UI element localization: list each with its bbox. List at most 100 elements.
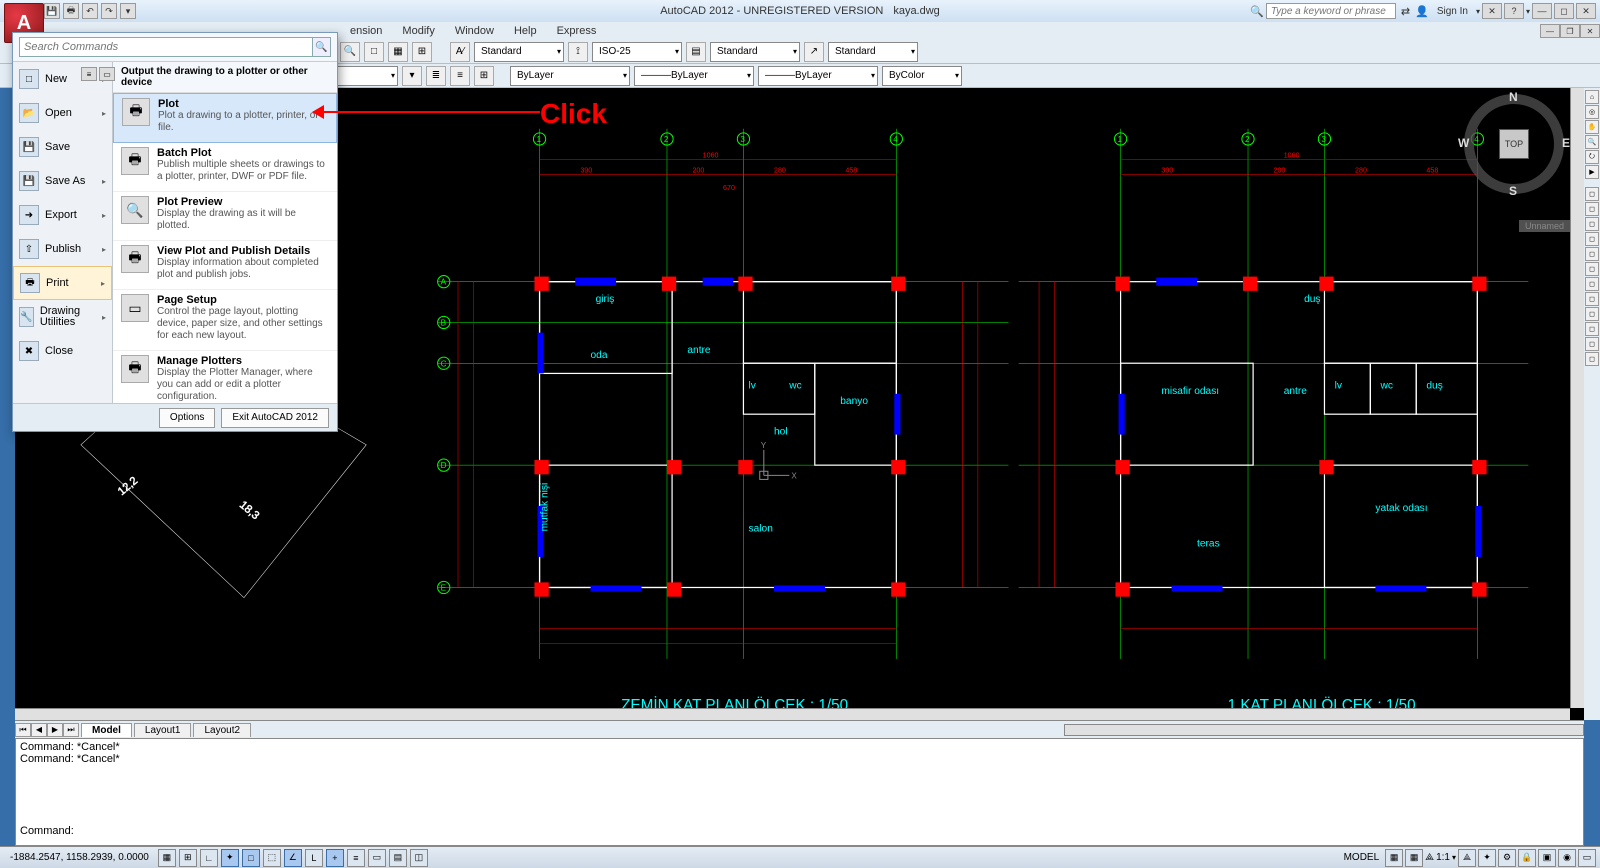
tab-layout2[interactable]: Layout2 [193, 723, 251, 737]
sc-toggle[interactable]: ◫ [410, 849, 428, 867]
maximize-button[interactable]: ◻ [1554, 3, 1574, 19]
text-style-dropdown[interactable]: Standard [474, 42, 564, 62]
tab-layout1[interactable]: Layout1 [134, 723, 192, 737]
qat-undo-icon[interactable]: ↶ [82, 3, 98, 19]
plotstyle-dropdown[interactable]: ByColor [882, 66, 962, 86]
cleanscreen-icon[interactable]: ▭ [1578, 849, 1596, 867]
quickview-drawings-icon[interactable]: ▦ [1405, 849, 1423, 867]
lineweight-dropdown[interactable]: ——— ByLayer [758, 66, 878, 86]
dyn-toggle[interactable]: + [326, 849, 344, 867]
navbar-orbit-icon[interactable]: ⭮ [1585, 150, 1599, 164]
app-menu-print[interactable]: 🖶Print▸ [13, 266, 112, 300]
open-docs-icon[interactable]: ▭ [99, 67, 115, 81]
ws-switch-icon[interactable]: ⚙ [1498, 849, 1516, 867]
navbar-showmotion-icon[interactable]: ▶ [1585, 165, 1599, 179]
tool-icon[interactable]: ◻ [1585, 337, 1599, 351]
print-preview-item[interactable]: 🔍 Plot PreviewDisplay the drawing as it … [113, 192, 337, 241]
tool-icon[interactable]: ◻ [1585, 322, 1599, 336]
find-icon[interactable]: 🔍 [340, 42, 360, 62]
color-dropdown[interactable]: ByLayer [510, 66, 630, 86]
app-menu-open[interactable]: 📂Open▸ [13, 96, 112, 130]
print-pagesetup-item[interactable]: ▭ Page SetupControl the page layout, plo… [113, 290, 337, 351]
tab-last-icon[interactable]: ⏭ [63, 723, 79, 737]
command-prompt[interactable]: Command: [20, 825, 1579, 837]
ortho-toggle[interactable]: ∟ [200, 849, 218, 867]
navbar-zoom-icon[interactable]: 🔍 [1585, 135, 1599, 149]
qp-toggle[interactable]: ▤ [389, 849, 407, 867]
exit-button[interactable]: Exit AutoCAD 2012 [221, 408, 329, 428]
menu-express[interactable]: Express [547, 24, 607, 38]
app-menu-close[interactable]: ✖Close [13, 334, 112, 368]
annotation-scale[interactable]: 1:1 [1436, 852, 1450, 863]
app-menu-export[interactable]: ➜Export▸ [13, 198, 112, 232]
mleader-icon[interactable]: ↗ [804, 42, 824, 62]
qat-plot-icon[interactable]: 🖶 [63, 3, 79, 19]
mleader-style-dropdown[interactable]: Standard [828, 42, 918, 62]
textstyle-icon[interactable]: A⁄ [450, 42, 470, 62]
snap-toggle[interactable]: ▦ [158, 849, 176, 867]
quickview-layouts-icon[interactable]: ▦ [1385, 849, 1403, 867]
navbar-wheel-icon[interactable]: ◎ [1585, 105, 1599, 119]
recent-docs-icon[interactable]: ≡ [81, 67, 97, 81]
options-button[interactable]: Options [159, 408, 215, 428]
app-menu-drawing-utilities[interactable]: 🔧Drawing Utilities▸ [13, 300, 112, 334]
sign-in-button[interactable]: Sign In [1431, 6, 1474, 17]
exchange-apps-icon[interactable]: ✕ [1482, 3, 1502, 19]
tab-model[interactable]: Model [81, 723, 132, 737]
tool-icon[interactable]: ◻ [1585, 262, 1599, 276]
layer-prev-icon[interactable]: ≡ [450, 66, 470, 86]
menu-help[interactable]: Help [504, 24, 547, 38]
navbar-home-icon[interactable]: ⌂ [1585, 90, 1599, 104]
tab-prev-icon[interactable]: ◀ [31, 723, 47, 737]
annovis-toggle[interactable]: ⟁ [1458, 849, 1476, 867]
tool-icon[interactable]: ◻ [1585, 217, 1599, 231]
menu-dimension[interactable]: ension [340, 24, 392, 38]
tool-icon[interactable]: ⊞ [412, 42, 432, 62]
dim-style-dropdown[interactable]: ISO-25 [592, 42, 682, 62]
ducs-toggle[interactable]: L [305, 849, 323, 867]
tool-icon[interactable]: ▦ [388, 42, 408, 62]
polar-toggle[interactable]: ✦ [221, 849, 239, 867]
hardware-accel-icon[interactable]: ▣ [1538, 849, 1556, 867]
navbar-pan-icon[interactable]: ✋ [1585, 120, 1599, 134]
qat-save-icon[interactable]: 💾 [44, 3, 60, 19]
help-icon[interactable]: ? [1504, 3, 1524, 19]
qat-redo-icon[interactable]: ↷ [101, 3, 117, 19]
exchange-icon[interactable]: ⇄ [1398, 5, 1413, 18]
layer-prop-icon[interactable]: ⊞ [474, 66, 494, 86]
print-batchplot-item[interactable]: 🖶 Batch PlotPublish multiple sheets or d… [113, 143, 337, 192]
command-line[interactable]: Command: *Cancel* Command: *Cancel* Comm… [15, 738, 1584, 846]
model-space-label[interactable]: MODEL [1340, 852, 1384, 863]
isolate-icon[interactable]: ◉ [1558, 849, 1576, 867]
layer-btn[interactable]: ▾ [402, 66, 422, 86]
lwt-toggle[interactable]: ≡ [347, 849, 365, 867]
tool-icon[interactable]: ◻ [1585, 247, 1599, 261]
user-icon[interactable]: 👤 [1415, 5, 1429, 18]
tool-icon[interactable]: ◻ [1585, 352, 1599, 366]
table-style-dropdown[interactable]: Standard [710, 42, 800, 62]
tool-icon[interactable]: ◻ [1585, 187, 1599, 201]
doc-restore-button[interactable]: ❐ [1560, 24, 1580, 38]
table-icon[interactable]: ▤ [686, 42, 706, 62]
doc-minimize-button[interactable]: — [1540, 24, 1560, 38]
tab-first-icon[interactable]: ⏮ [15, 723, 31, 737]
doc-close-button[interactable]: ✕ [1580, 24, 1600, 38]
layer-states-icon[interactable]: ≣ [426, 66, 446, 86]
print-manageplotters-item[interactable]: 🖶 Manage PlottersDisplay the Plotter Man… [113, 351, 337, 403]
grid-toggle[interactable]: ⊞ [179, 849, 197, 867]
dim-icon[interactable]: ⟟ [568, 42, 588, 62]
osnap3d-toggle[interactable]: ⬚ [263, 849, 281, 867]
tool-icon[interactable]: ◻ [1585, 232, 1599, 246]
infocenter-search[interactable] [1266, 3, 1396, 19]
tab-next-icon[interactable]: ▶ [47, 723, 63, 737]
toolbar-lock-icon[interactable]: 🔒 [1518, 849, 1536, 867]
otrack-toggle[interactable]: ∠ [284, 849, 302, 867]
horizontal-scrollbar-canvas[interactable] [15, 708, 1570, 720]
print-plot-item[interactable]: 🖶 PlotPlot a drawing to a plotter, print… [113, 93, 337, 143]
tool-icon[interactable]: ◻ [1585, 202, 1599, 216]
qat-dropdown-icon[interactable]: ▾ [120, 3, 136, 19]
tpy-toggle[interactable]: ▭ [368, 849, 386, 867]
layout-hscroll[interactable] [1064, 724, 1584, 736]
vertical-scrollbar[interactable] [1570, 88, 1584, 708]
annoscale-icon[interactable]: ⟁ [1425, 852, 1434, 863]
